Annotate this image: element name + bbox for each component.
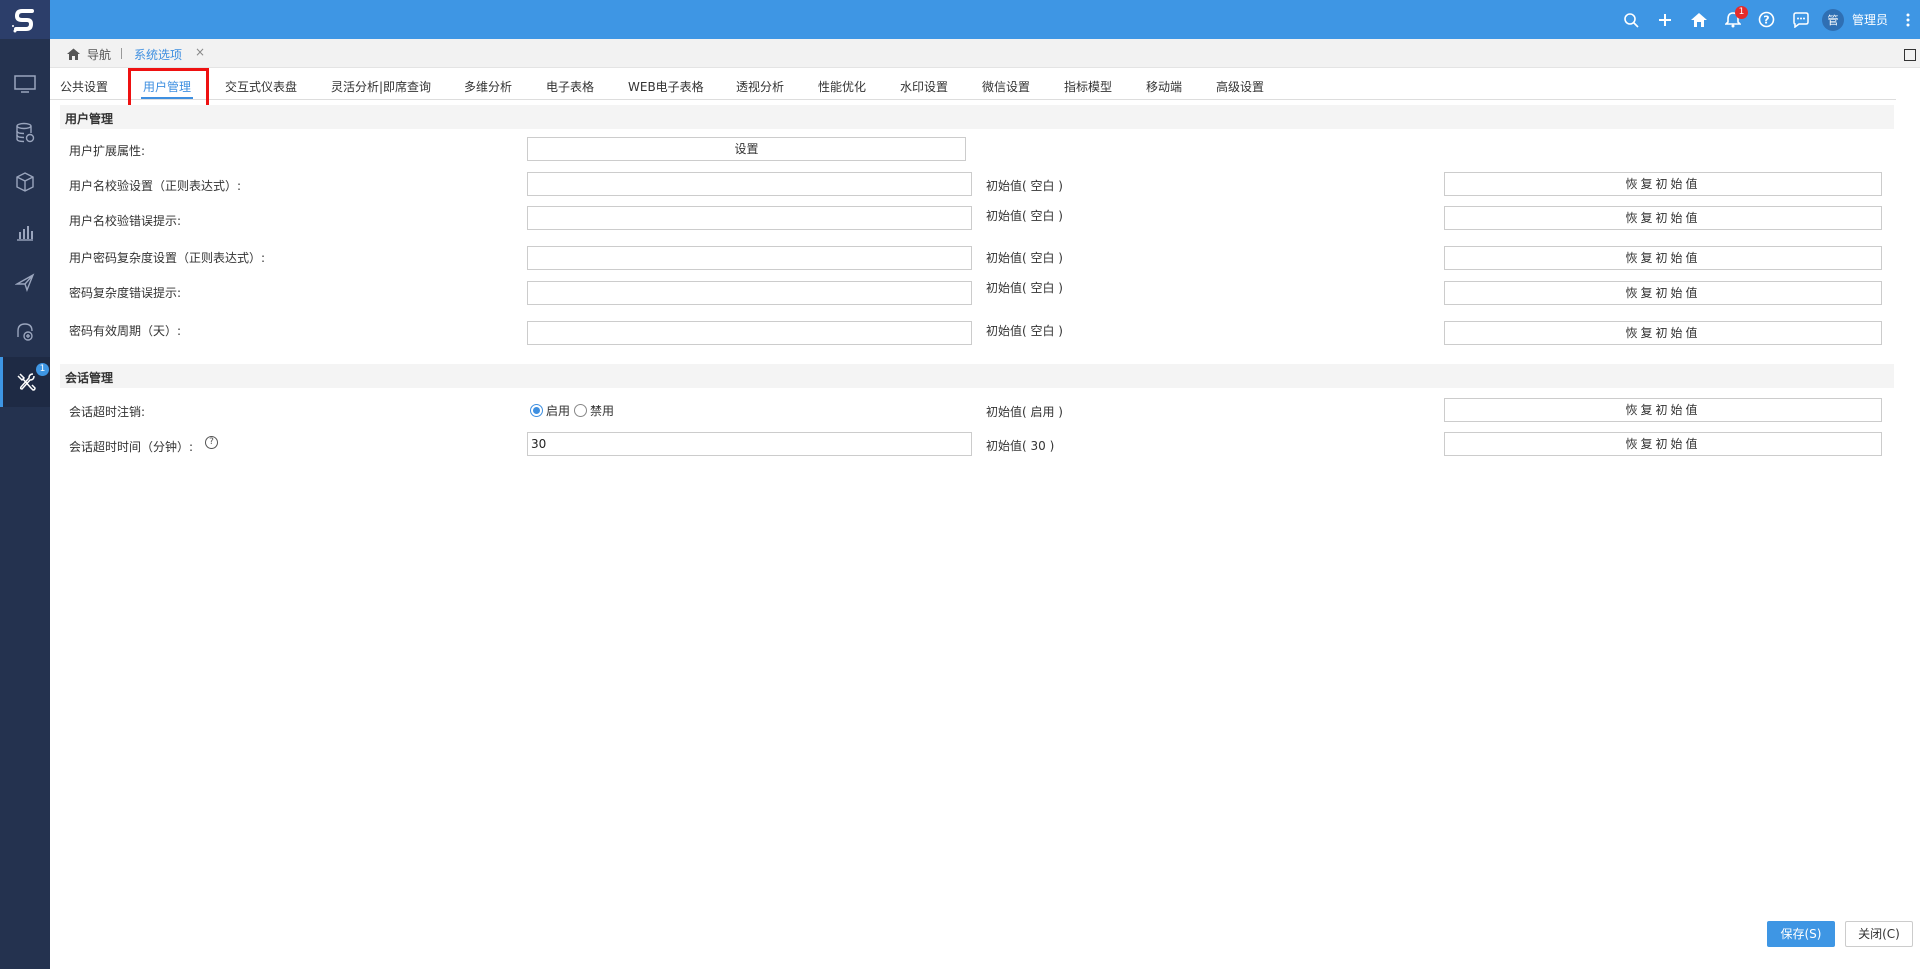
nav-home-link[interactable]: 导航 [66,46,111,63]
tab-watermark[interactable]: 水印设置 [900,78,948,95]
timeout-minutes-label: 会话超时时间（分钟）: [69,440,194,454]
row-label: 密码复杂度错误提示: [69,286,182,300]
cube-icon[interactable] [0,157,50,207]
reset-button[interactable]: 恢复初始值 [1444,206,1882,230]
tab-multidimensional-analysis[interactable]: 多维分析 [464,78,512,95]
more-icon[interactable] [1896,0,1920,39]
top-bar: 1 ? 管 管理员 [0,0,1920,39]
notification-badge: 1 [1734,6,1748,19]
username-error-input[interactable] [527,206,972,230]
password-regex-input[interactable] [527,246,972,270]
tab-metric-model[interactable]: 指标模型 [1064,78,1112,95]
radio-disable[interactable] [574,404,588,417]
monitor-icon[interactable] [0,59,50,109]
section-user-management-title: 用户管理 [60,105,1894,129]
option-tabs: 公共设置 用户管理 交互式仪表盘 灵活分析|即席查询 多维分析 电子表格 WEB… [50,74,1896,100]
initial-value: 初始值( 空白 ) [986,251,1063,265]
tab-performance[interactable]: 性能优化 [818,78,866,95]
timeout-minutes-input[interactable] [527,432,972,456]
row-label: 用户密码复杂度设置（正则表达式）: [69,251,266,265]
ext-attr-set-button[interactable]: 设置 [527,137,966,161]
svg-text:?: ? [1764,14,1770,27]
close-icon[interactable]: × [195,45,205,59]
chart-icon[interactable] [0,207,50,257]
breadcrumb: 导航 系统选项 × [50,39,1920,68]
ext-attr-label: 用户扩展属性: [69,144,146,158]
analysis-icon[interactable] [0,307,50,357]
initial-value: 初始值( 启用 ) [986,405,1063,419]
section-session-management-title: 会话管理 [60,364,1894,388]
tab-mobile[interactable]: 移动端 [1146,78,1182,95]
home-icon[interactable] [1682,0,1716,39]
tools-icon[interactable]: 1 [0,357,50,407]
radio-disable-label: 禁用 [590,404,615,418]
tools-badge: 1 [36,363,49,376]
question-icon[interactable]: ? [205,436,218,449]
row-label: 用户名校验设置（正则表达式）: [69,179,242,193]
tab-pivot-analysis[interactable]: 透视分析 [736,78,784,95]
timeout-logout-radios: 启用 禁用 [530,402,614,419]
save-button[interactable]: 保存(S) [1767,921,1835,947]
password-error-input[interactable] [527,281,972,305]
highlight-box [128,68,209,109]
row-label: 用户名校验错误提示: [69,214,182,228]
radio-enable-label: 启用 [546,404,571,418]
radio-enable[interactable] [530,404,543,417]
app-logo[interactable] [0,0,50,39]
user-name: 管理员 [1851,13,1888,27]
tab-system-options[interactable]: 系统选项 [134,46,182,63]
database-icon[interactable] [0,108,50,158]
tab-public-settings[interactable]: 公共设置 [60,78,108,95]
help-icon[interactable]: ? [1750,0,1784,39]
plus-icon[interactable] [1648,0,1682,39]
initial-value: 初始值( 30 ) [986,439,1055,453]
password-expiry-input[interactable] [527,321,972,345]
chat-icon[interactable] [1784,0,1818,39]
username-regex-input[interactable] [527,172,972,196]
initial-value: 初始值( 空白 ) [986,209,1063,223]
timeout-logout-label: 会话超时注销: [69,405,146,419]
send-icon[interactable] [0,257,50,307]
home-icon [67,48,80,60]
sidebar: 1 [0,39,50,969]
user-menu[interactable]: 管 管理员 [1818,0,1896,39]
row-label: 密码有效周期（天）: [69,324,182,338]
initial-value: 初始值( 空白 ) [986,179,1063,193]
tab-spreadsheet[interactable]: 电子表格 [546,78,594,95]
reset-button[interactable]: 恢复初始值 [1444,246,1882,270]
breadcrumb-separator [121,48,122,59]
avatar: 管 [1821,8,1844,31]
initial-value: 初始值( 空白 ) [986,324,1063,338]
search-icon[interactable] [1614,0,1648,39]
initial-value: 初始值( 空白 ) [986,281,1063,295]
tab-wechat[interactable]: 微信设置 [982,78,1030,95]
tab-flexible-analysis[interactable]: 灵活分析|即席查询 [331,78,431,95]
reset-button[interactable]: 恢复初始值 [1444,172,1882,196]
nav-label: 导航 [87,48,112,62]
close-button[interactable]: 关闭(C) [1845,921,1913,947]
tab-interactive-dashboard[interactable]: 交互式仪表盘 [225,78,297,95]
bell-icon[interactable]: 1 [1716,0,1750,39]
reset-button[interactable]: 恢复初始值 [1444,281,1882,305]
reset-button[interactable]: 恢复初始值 [1444,321,1882,345]
reset-button[interactable]: 恢复初始值 [1444,432,1882,456]
tab-advanced-settings[interactable]: 高级设置 [1216,78,1264,95]
reset-button[interactable]: 恢复初始值 [1444,398,1882,422]
maximize-icon[interactable] [1904,49,1916,61]
tab-web-spreadsheet[interactable]: WEB电子表格 [628,78,704,95]
